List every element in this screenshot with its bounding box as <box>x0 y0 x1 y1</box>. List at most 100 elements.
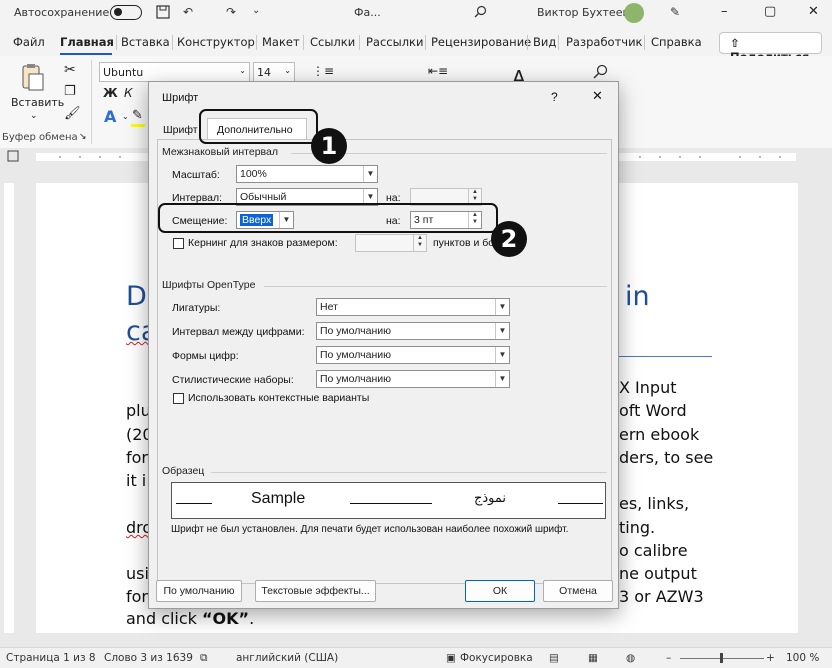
pen-icon[interactable]: ✎ <box>670 5 680 19</box>
tab-file[interactable]: Файл <box>13 35 45 49</box>
ribbon-tabs: Файл Главная Вставка Конструктор Макет С… <box>0 26 832 56</box>
ligatures-combo[interactable]: Нет ▼ <box>316 298 510 316</box>
font-name-combo[interactable]: Ubuntu ⌄ <box>99 62 250 82</box>
tab-help[interactable]: Справка <box>651 35 702 49</box>
status-words[interactable]: Слово 3 из 1639 <box>104 652 193 664</box>
format-painter-icon[interactable]: 🖌 <box>64 106 81 121</box>
status-language[interactable]: английский (США) <box>236 652 338 664</box>
stylistic-sets-label: Стилистические наборы: <box>172 374 294 386</box>
vertical-scrollbar[interactable] <box>821 166 829 644</box>
bold-button[interactable]: Ж <box>103 86 118 100</box>
scale-combo[interactable]: 100% ▼ <box>236 165 378 183</box>
chevron-down-icon[interactable]: ▼ <box>495 299 509 315</box>
proofing-icon[interactable]: ⧉ <box>200 652 208 665</box>
doc-final-line: and click “OK”. <box>126 609 254 628</box>
set-default-button[interactable]: По умолчанию <box>156 580 242 602</box>
doc-heading-right: in <box>625 281 650 312</box>
web-layout-icon[interactable]: ◍ <box>626 652 635 664</box>
tab-developer[interactable]: Разработчик <box>566 35 643 49</box>
tab-mailings[interactable]: Рассылки <box>366 35 423 49</box>
doc-line-right: ern ebook <box>619 425 700 444</box>
scale-label: Масштаб: <box>172 169 220 181</box>
chevron-down-icon[interactable]: ▼ <box>495 371 509 387</box>
chevron-down-icon[interactable]: ▼ <box>363 166 377 182</box>
doc-line-right: es, links, <box>619 494 690 513</box>
chevron-down-icon[interactable]: ⌄ <box>239 66 246 75</box>
autosave-label: Автосохранение <box>14 6 110 19</box>
cancel-button[interactable]: Отмена <box>543 580 613 602</box>
italic-button[interactable]: К <box>124 86 133 100</box>
chevron-down-icon[interactable]: ⌄ <box>122 112 129 121</box>
doc-line-right: ders, to see <box>619 448 714 467</box>
tab-font[interactable]: Шрифт <box>163 124 198 136</box>
tab-references[interactable]: Ссылки <box>310 35 355 49</box>
document-name[interactable]: Фа... <box>354 6 381 19</box>
contextual-checkbox[interactable] <box>173 393 184 404</box>
customize-icon[interactable]: ⌄ <box>252 5 260 16</box>
maximize-icon[interactable]: ▢ <box>764 4 776 19</box>
tab-layout[interactable]: Макет <box>262 35 300 49</box>
text-effects-icon[interactable]: A <box>104 107 116 126</box>
chevron-down-icon[interactable]: ⌄ <box>30 111 38 121</box>
number-spacing-combo[interactable]: По умолчанию ▼ <box>316 322 510 340</box>
group-divider <box>211 472 607 473</box>
tab-view[interactable]: Вид <box>533 35 556 49</box>
autosave-toggle[interactable] <box>110 5 142 20</box>
avatar[interactable] <box>624 3 644 23</box>
chevron-down-icon[interactable]: ⌄ <box>284 66 291 75</box>
stylistic-sets-combo[interactable]: По умолчанию ▼ <box>316 370 510 388</box>
preview-underline <box>350 503 432 504</box>
status-focus[interactable]: Фокусировка <box>460 652 533 664</box>
zoom-in-icon[interactable]: + <box>766 652 775 664</box>
close-icon[interactable]: ✕ <box>808 4 819 19</box>
number-forms-combo[interactable]: По умолчанию ▼ <box>316 346 510 364</box>
kerning-label: Кернинг для знаков размером: <box>188 237 338 249</box>
undo-icon[interactable]: ↶ <box>183 5 193 19</box>
chevron-down-icon[interactable]: ▼ <box>495 347 509 363</box>
doc-line-right: oft Word <box>619 401 687 420</box>
print-layout-icon[interactable]: ▦ <box>588 652 598 664</box>
indent-icon[interactable]: ⇤≡ <box>428 64 448 78</box>
kerning-spinner[interactable]: ▲ ▼ <box>355 234 427 252</box>
font-size-combo[interactable]: 14 ⌄ <box>253 62 295 82</box>
zoom-out-icon[interactable]: – <box>666 652 671 664</box>
preview-note: Шрифт не был установлен. Для печати буде… <box>171 524 569 535</box>
contextual-label: Использовать контекстные варианты <box>188 392 370 404</box>
minimize-icon[interactable]: – <box>721 4 728 19</box>
copy-icon[interactable]: ❐ <box>64 84 76 99</box>
paste-label[interactable]: Вставить <box>11 96 64 109</box>
separator <box>256 35 257 50</box>
save-icon[interactable] <box>156 5 170 22</box>
separator <box>116 35 117 50</box>
paste-icon[interactable] <box>20 62 48 92</box>
help-icon[interactable]: ? <box>551 90 558 104</box>
separator <box>425 35 426 50</box>
tab-home[interactable]: Главная <box>60 35 114 49</box>
close-icon[interactable]: ✕ <box>592 88 603 104</box>
spinner-arrows-icon[interactable]: ▲ ▼ <box>413 235 426 251</box>
zoom-slider-thumb[interactable] <box>720 653 723 663</box>
bullets-icon[interactable]: ⋮≡ <box>312 64 334 78</box>
dialog-launcher-icon[interactable]: ↘ <box>79 132 87 142</box>
tab-review[interactable]: Рецензирование <box>431 35 531 49</box>
highlight-icon[interactable]: ✎ <box>132 108 143 123</box>
redo-icon[interactable]: ↷ <box>226 5 236 19</box>
doc-line-right: 3 or AZW3 <box>619 587 704 606</box>
search-icon[interactable] <box>474 5 487 21</box>
user-name[interactable]: Виктор Бухтеев <box>537 6 629 19</box>
kerning-checkbox[interactable] <box>173 238 184 249</box>
text-effects-button[interactable]: Текстовые эффекты... <box>255 580 376 602</box>
status-page[interactable]: Страница 1 из 8 <box>6 652 96 664</box>
tab-insert[interactable]: Вставка <box>121 35 170 49</box>
focus-icon[interactable]: ▣ <box>446 652 456 664</box>
opentype-group-title: Шрифты OpenType <box>162 279 260 291</box>
group-divider <box>264 286 607 287</box>
read-mode-icon[interactable]: ▤ <box>549 652 559 664</box>
ok-button[interactable]: ОК <box>465 580 535 602</box>
vertical-ruler[interactable] <box>4 183 14 633</box>
cut-icon[interactable]: ✂ <box>64 62 76 78</box>
share-button[interactable]: ⇧ Поделиться <box>719 32 822 64</box>
chevron-down-icon[interactable]: ▼ <box>495 323 509 339</box>
tab-design[interactable]: Конструктор <box>177 35 255 49</box>
status-zoom[interactable]: 100 % <box>786 652 819 664</box>
